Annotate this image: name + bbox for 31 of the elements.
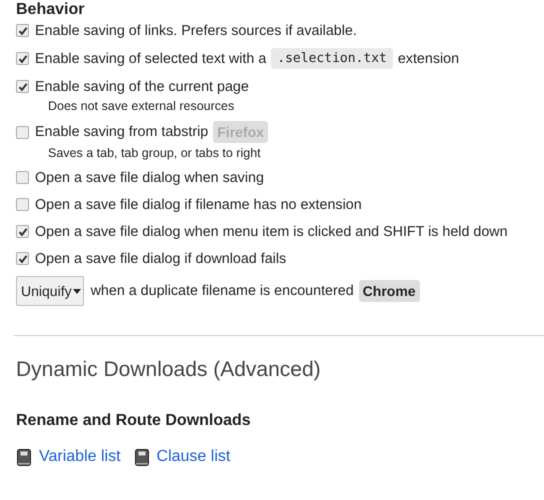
checkbox[interactable]: [16, 126, 29, 138]
advanced-title: Dynamic Downloads (Advanced): [16, 358, 322, 382]
option-label: Enable saving of the current page: [35, 78, 249, 94]
section-title: Behavior: [16, 1, 86, 19]
browser-badge: Chrome: [358, 280, 420, 302]
option-label: Open a save file dialog if download fails: [35, 250, 286, 266]
rename-title: Rename and Route Downloads: [16, 412, 252, 430]
conflict-dropdown[interactable]: Uniquify: [16, 276, 84, 306]
option-note: Does not save external resources: [48, 99, 236, 113]
option-label: Open a save file dialog when menu item is clicked and SHIFT is held down: [35, 224, 508, 240]
checkbox[interactable]: [16, 171, 29, 184]
option-label: Enable saving of links. Prefers sources if available.: [35, 22, 357, 38]
option-label: Open a save file dialog if filename has no extension: [35, 196, 362, 212]
checkbox[interactable]: [16, 198, 29, 211]
book-icon: [17, 448, 31, 466]
checkbox[interactable]: [16, 80, 29, 93]
conflict-label: when a duplicate filename is encountered: [90, 283, 354, 299]
code-snippet: .selection.txt: [271, 48, 393, 69]
checkbox[interactable]: [16, 225, 29, 238]
checkbox[interactable]: [16, 252, 29, 265]
option-note: Saves a tab, tab group, or tabs to right: [48, 146, 262, 160]
book-icon: [134, 448, 149, 466]
option-label: Open a save file dialog when saving: [35, 170, 264, 186]
doc-link[interactable]: Variable list: [17, 448, 121, 466]
doc-link[interactable]: Clause list: [134, 448, 230, 466]
checkbox[interactable]: [16, 52, 29, 65]
option-label: Enable saving from tabstrip: [35, 124, 208, 140]
option-label: Enable saving of selected text with a: [35, 50, 266, 66]
caret-icon: [72, 288, 81, 294]
checkbox[interactable]: [16, 24, 29, 37]
option-label: extension: [398, 50, 460, 66]
